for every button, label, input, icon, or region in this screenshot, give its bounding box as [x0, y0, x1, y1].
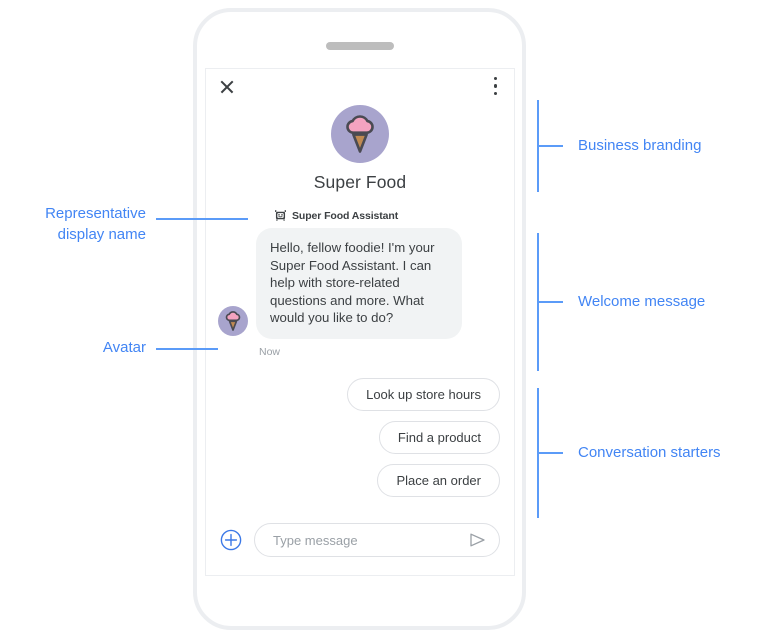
annotation-welcome-message: Welcome message — [578, 293, 706, 310]
representative-row: Super Food Assistant — [274, 209, 514, 222]
chat-topbar — [206, 69, 514, 103]
message-input[interactable] — [271, 531, 467, 549]
leader-line-avatar — [156, 348, 218, 350]
send-icon[interactable] — [467, 530, 487, 550]
leader-line-representative-display-name — [156, 218, 248, 220]
annotation-business-branding: Business branding — [578, 137, 702, 154]
starter-chip-place-order[interactable]: Place an order — [377, 463, 500, 497]
welcome-message-bubble: Hello, fellow foodie! I'm your Super Foo… — [256, 228, 462, 339]
diagram-stage: Super Food Super Food Assistant Hello, f… — [0, 0, 770, 640]
close-icon[interactable] — [218, 78, 236, 96]
chat-card: Super Food Super Food Assistant Hello, f… — [205, 68, 515, 576]
annotation-avatar: Avatar — [102, 339, 146, 356]
conversation-starters: Look up store hours Find a product Place… — [206, 358, 514, 497]
ice-cream-avatar-icon — [218, 305, 248, 336]
welcome-message-column: Hello, fellow foodie! I'm your Super Foo… — [256, 228, 462, 358]
annotation-representative-display-name: Representative display name — [45, 205, 146, 243]
message-timestamp: Now — [259, 345, 281, 358]
robot-face-icon — [274, 209, 287, 222]
business-branding-block: Super Food — [206, 103, 514, 193]
overflow-menu-icon[interactable] — [494, 77, 498, 97]
message-composer — [206, 523, 514, 575]
welcome-message-row: Hello, fellow foodie! I'm your Super Foo… — [206, 228, 514, 358]
business-name: Super Food — [313, 172, 407, 192]
annotation-conversation-starters: Conversation starters — [578, 444, 721, 461]
representative-display-name: Super Food Assistant — [292, 209, 399, 222]
phone-speaker-icon — [325, 42, 394, 50]
ice-cream-avatar-icon — [331, 105, 389, 163]
add-attachment-icon[interactable] — [220, 529, 242, 551]
starter-chip-store-hours[interactable]: Look up store hours — [347, 377, 500, 411]
message-input-pill[interactable] — [254, 523, 500, 557]
starter-chip-find-product[interactable]: Find a product — [378, 420, 500, 454]
